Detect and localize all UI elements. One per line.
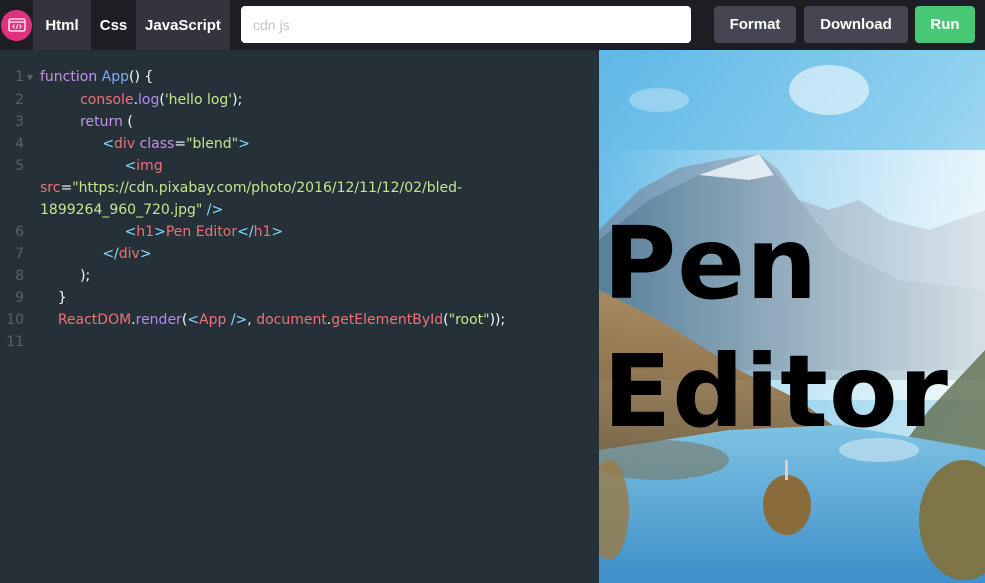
- token: >: [271, 224, 284, 240]
- token: );: [80, 268, 91, 284]
- token: "https://cdn.pixabay.com/photo/2016/12/1…: [72, 180, 463, 196]
- code-line: 9 }: [0, 287, 505, 309]
- format-button[interactable]: Format: [714, 6, 796, 43]
- token: <: [187, 312, 200, 328]
- token: document: [256, 312, 327, 328]
- token: <: [124, 158, 137, 174]
- code-line: 10 ReactDOM.render(<App />, document.get…: [0, 309, 505, 331]
- code-editor[interactable]: 1 ▼ function App() { 2 console.log('hell…: [0, 50, 599, 583]
- run-button[interactable]: Run: [915, 6, 975, 43]
- token: (: [122, 114, 133, 130]
- code-line: 4 <div class="blend">: [0, 133, 505, 155]
- token: () {: [129, 69, 154, 85]
- line-number: 5: [15, 158, 24, 174]
- line-number: 11: [6, 334, 24, 350]
- token: >: [139, 246, 152, 262]
- code-line: 6 <h1>Pen Editor</h1>: [0, 221, 505, 243]
- token: src: [40, 180, 61, 196]
- logo[interactable]: [0, 0, 33, 50]
- token: render: [135, 312, 182, 328]
- code-line: 8 );: [0, 265, 505, 287]
- token: "blend": [186, 136, 239, 152]
- token: div: [118, 246, 140, 262]
- preview-heading: Pen Editor: [603, 205, 949, 450]
- token: h1: [253, 224, 272, 240]
- token: </: [237, 224, 254, 240]
- token: >: [238, 136, 250, 152]
- code-line: 7 </div>: [0, 243, 505, 265]
- top-toolbar: Html Css JavaScript Format Download Run: [0, 0, 985, 50]
- token: ReactDOM: [57, 312, 132, 328]
- code-window-icon: [1, 9, 32, 41]
- token: App: [199, 312, 227, 328]
- token: class: [135, 136, 175, 152]
- code-line: 11: [0, 331, 505, 353]
- code-line: 2 console.log('hello log');: [0, 89, 505, 111]
- fold-arrow-icon[interactable]: ▼: [24, 66, 36, 89]
- token: function: [40, 69, 98, 85]
- download-button[interactable]: Download: [804, 6, 908, 43]
- token: }: [57, 290, 67, 306]
- code-line: 5 <img: [0, 155, 505, 177]
- token: <: [102, 136, 115, 152]
- line-number: 4: [15, 136, 24, 152]
- line-number: 10: [6, 312, 24, 328]
- line-number: 8: [15, 268, 24, 284]
- token: />: [226, 312, 248, 328]
- preview-pane: Pen Editor: [599, 50, 985, 583]
- line-number: 3: [15, 114, 24, 130]
- code-line-wrap: src="https://cdn.pixabay.com/photo/2016/…: [0, 177, 505, 199]
- token: <: [124, 224, 137, 240]
- token: >: [154, 224, 166, 240]
- token: =: [174, 136, 187, 152]
- cdn-input[interactable]: [241, 6, 691, 43]
- token: img: [136, 158, 163, 174]
- token: );: [232, 92, 243, 108]
- token: log: [138, 92, 160, 108]
- line-number: 9: [15, 290, 24, 306]
- code-line: 3 return (: [0, 111, 505, 133]
- tab-html[interactable]: Html: [33, 0, 91, 50]
- token: 1899264_960_720.jpg": [40, 202, 203, 218]
- token: ));: [489, 312, 506, 328]
- token: Pen Editor: [165, 224, 238, 240]
- token: console: [80, 92, 134, 108]
- token: getElementById: [331, 312, 444, 328]
- token: return: [80, 114, 123, 130]
- code-lines: 1 ▼ function App() { 2 console.log('hell…: [0, 66, 505, 353]
- token: 'hello log': [164, 92, 233, 108]
- code-line: 1 ▼ function App() {: [0, 66, 505, 89]
- token: ,: [247, 312, 257, 328]
- tab-css[interactable]: Css: [91, 0, 136, 50]
- token: />: [202, 202, 224, 218]
- code-line-wrap: 1899264_960_720.jpg" />: [0, 199, 505, 221]
- line-number: 1: [15, 69, 24, 85]
- line-number: 7: [15, 246, 24, 262]
- token: App: [101, 69, 130, 85]
- token: "root": [448, 312, 490, 328]
- token: </: [102, 246, 119, 262]
- token: =: [60, 180, 73, 196]
- token: div: [114, 136, 136, 152]
- tab-javascript[interactable]: JavaScript: [136, 0, 230, 50]
- line-number: 2: [15, 92, 24, 108]
- line-number: 6: [15, 224, 24, 240]
- token: h1: [136, 224, 155, 240]
